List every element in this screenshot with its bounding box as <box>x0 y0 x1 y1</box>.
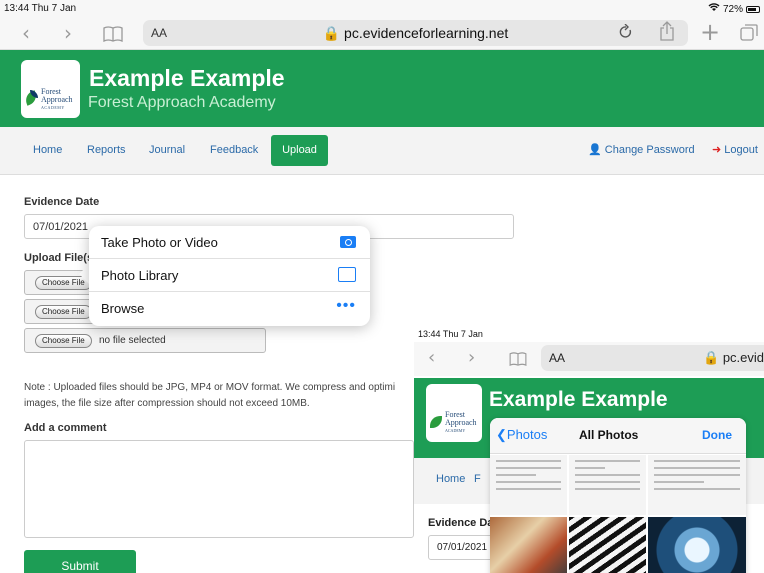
status-time: 13:44 Thu 7 Jan <box>4 3 77 14</box>
logo-text: Forest Approach ACADEMY <box>41 87 73 111</box>
forward-icon[interactable]: › <box>64 21 72 45</box>
lock-icon: 🔒 <box>322 25 341 41</box>
picker-title: All Photos <box>579 428 639 442</box>
photo-thumbnail[interactable] <box>569 517 646 573</box>
nav-reports[interactable]: Reports <box>87 144 126 156</box>
comment-label: Add a comment <box>24 422 107 434</box>
user-icon: 👤 <box>588 144 602 156</box>
upload-note: Note : Uploaded files should be JPG, MP4… <box>24 382 396 409</box>
back-icon[interactable]: ‹ <box>428 347 435 368</box>
lock-icon: 🔒 <box>703 350 720 365</box>
overlay-screenshot: 13:44 Thu 7 Jan ‹ › AA 🔒 pc.evider Fores… <box>414 326 764 573</box>
reload-icon[interactable] <box>619 23 633 45</box>
menu-item-take-photo[interactable]: Take Photo or Video <box>89 226 370 259</box>
upload-files-label: Upload File(s <box>24 252 94 264</box>
url-value: pc.evidenceforlearning.net <box>344 25 509 41</box>
forward-icon[interactable]: › <box>468 347 475 368</box>
submit-button[interactable]: Submit <box>24 550 136 573</box>
picker-done-button[interactable]: Done <box>702 428 732 442</box>
page-title: Example Example <box>89 65 285 91</box>
school-logo: Forest Approach ACADEMY <box>21 60 80 118</box>
photo-thumbnail[interactable] <box>490 455 567 515</box>
new-tab-icon[interactable]: + <box>700 18 720 46</box>
picker-header: ❮Photos All Photos Done <box>490 418 746 454</box>
photo-thumbnail[interactable] <box>648 455 746 515</box>
bookmarks-icon[interactable] <box>103 26 123 47</box>
battery-indicator: 72% <box>708 3 760 15</box>
school-name: Forest Approach Academy <box>88 94 276 111</box>
nav-home[interactable]: Home <box>436 473 465 485</box>
inset-address-bar[interactable]: AA 🔒 pc.evider <box>541 345 764 371</box>
nav-home[interactable]: Home <box>33 144 62 156</box>
status-bar: 13:44 Thu 7 Jan 72% <box>0 0 764 16</box>
wifi-icon <box>708 3 720 15</box>
evidence-date-label: Evidence Date <box>24 196 100 208</box>
share-icon[interactable] <box>660 21 674 46</box>
photo-thumbnail[interactable] <box>648 517 746 573</box>
photo-thumbnail[interactable] <box>569 455 646 515</box>
chevron-left-icon: ❮ <box>496 427 507 442</box>
logout-icon: ➜ <box>712 144 722 156</box>
menu-item-photo-library[interactable]: Photo Library <box>89 259 370 292</box>
choose-file-button[interactable]: Choose File <box>35 334 92 348</box>
leaf-icon <box>430 416 442 428</box>
browser-toolbar: ‹ › AA 🔒 pc.evidenceforlearning.net + <box>0 16 764 50</box>
more-icon: ••• <box>336 297 356 314</box>
site-header: Forest Approach ACADEMY Example Example … <box>0 50 764 127</box>
nav-feedback[interactable]: Feedback <box>210 144 258 156</box>
inset-evidence-date-label: Evidence Dat <box>428 517 498 529</box>
nav-upload[interactable]: Upload <box>271 135 328 166</box>
url-text: 🔒 pc.evidenceforlearning.net <box>143 25 688 42</box>
photo-thumbnail[interactable] <box>490 517 567 573</box>
picker-back-button[interactable]: ❮Photos <box>496 427 547 443</box>
bookmarks-icon[interactable] <box>509 352 527 371</box>
choose-file-button[interactable]: Choose File <box>35 305 92 319</box>
menu-item-browse[interactable]: Browse ••• <box>89 292 370 325</box>
file-source-menu: Take Photo or Video Photo Library Browse… <box>89 226 370 326</box>
change-password-link[interactable]: 👤 Change Password <box>588 143 695 156</box>
file-status: no file selected <box>99 335 166 346</box>
inset-status-time: 13:44 Thu 7 Jan <box>418 329 483 339</box>
main-nav: Home Reports Journal Feedback Upload 👤 C… <box>0 127 764 175</box>
back-icon[interactable]: ‹ <box>22 21 30 45</box>
nav-journal[interactable]: Journal <box>149 144 185 156</box>
school-logo: Forest Approach ACADEMY <box>426 384 482 442</box>
battery-icon <box>746 5 760 13</box>
battery-percent: 72% <box>722 3 743 15</box>
tabs-icon[interactable] <box>740 24 758 47</box>
inset-page-title: Example Example <box>489 388 668 411</box>
photo-picker: ❮Photos All Photos Done <box>490 418 746 573</box>
camera-icon <box>340 233 356 248</box>
logout-link[interactable]: ➜ Logout <box>712 143 758 156</box>
file-input-3[interactable]: Choose File no file selected <box>24 328 266 353</box>
photo-library-icon <box>335 264 356 282</box>
nav-next[interactable]: F <box>474 473 481 485</box>
comment-textarea[interactable] <box>24 440 414 538</box>
address-bar[interactable]: AA 🔒 pc.evidenceforlearning.net <box>143 20 688 46</box>
